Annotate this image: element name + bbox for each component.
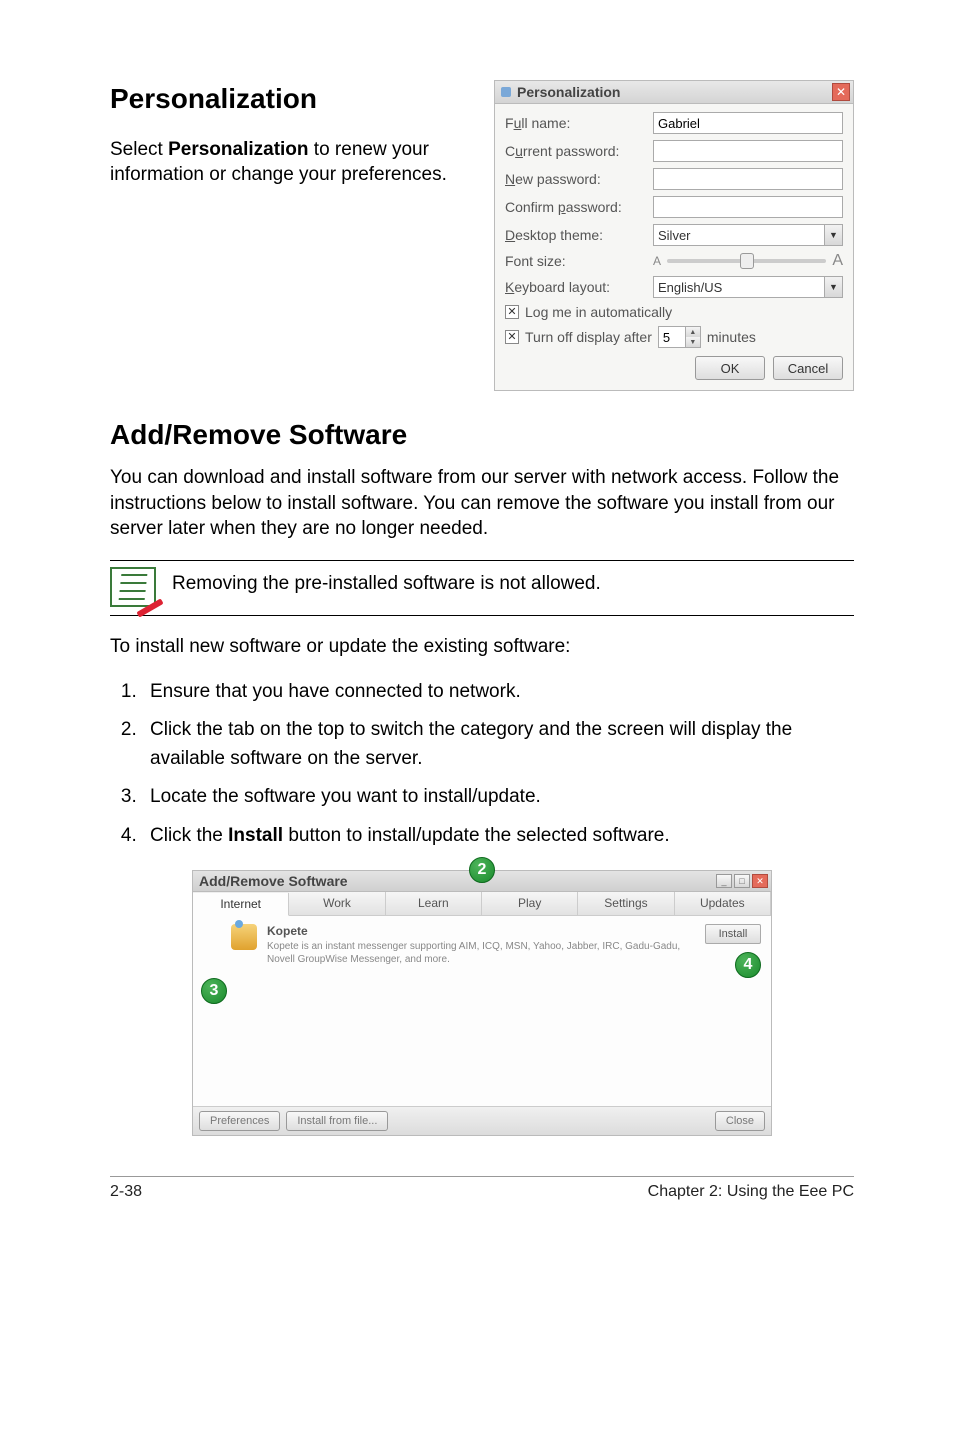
close-button[interactable]: Close (715, 1111, 765, 1131)
callout-3: 3 (201, 978, 227, 1004)
ok-button[interactable]: OK (695, 356, 765, 380)
personalization-intro: Select Personalization to renew your inf… (110, 137, 470, 188)
cancel-button[interactable]: Cancel (773, 356, 843, 380)
install-button[interactable]: Install (705, 924, 761, 944)
note-text: Removing the pre-installed software is n… (172, 567, 601, 597)
chapter-title: Chapter 2: Using the Eee PC (648, 1183, 854, 1201)
note-box: Removing the pre-installed software is n… (110, 560, 854, 616)
install-lead: To install new software or update the ex… (110, 634, 854, 660)
software-window: 2 Add/Remove Software _ □ ✕ Internet Wor… (192, 870, 772, 1136)
font-size-small-icon: A (653, 254, 661, 268)
heading-personalization: Personalization (110, 80, 470, 118)
callout-4: 4 (735, 952, 761, 978)
install-from-file-button[interactable]: Install from file... (286, 1111, 388, 1131)
callout-2: 2 (469, 857, 495, 883)
preferences-button[interactable]: Preferences (199, 1111, 280, 1131)
sw-tabs: Internet Work Learn Play Settings Update… (193, 892, 771, 916)
auto-login-checkbox[interactable]: ✕ (505, 305, 519, 319)
heading-add-remove-software: Add/Remove Software (110, 419, 854, 451)
kopete-icon (231, 924, 257, 950)
install-steps: Ensure that you have connected to networ… (110, 678, 854, 851)
current-password-input[interactable] (653, 140, 843, 162)
page-footer: 2-38 Chapter 2: Using the Eee PC (110, 1176, 854, 1201)
label-font-size: Font size: (505, 253, 645, 269)
personalization-dialog: Personalization ✕ Full name: Current pas… (494, 80, 854, 391)
tab-updates[interactable]: Updates (675, 892, 771, 915)
close-icon[interactable]: ✕ (752, 874, 768, 888)
dialog-titlebar: Personalization ✕ (495, 81, 853, 104)
chevron-down-icon: ▼ (824, 225, 842, 245)
minimize-icon[interactable]: _ (716, 874, 732, 888)
close-icon[interactable]: ✕ (832, 83, 850, 101)
tab-work[interactable]: Work (289, 892, 385, 915)
page-number: 2-38 (110, 1183, 142, 1201)
dialog-app-icon (501, 87, 511, 97)
tab-learn[interactable]: Learn (386, 892, 482, 915)
step-3: Locate the software you want to install/… (142, 783, 854, 812)
software-item: Kopete Kopete is an instant messenger su… (231, 924, 761, 966)
note-icon (110, 567, 156, 607)
new-password-input[interactable] (653, 168, 843, 190)
software-name: Kopete (267, 924, 695, 938)
label-confirm-password: Confirm password: (505, 199, 645, 215)
chevron-down-icon: ▼ (824, 277, 842, 297)
desktop-theme-select[interactable]: Silver ▼ (653, 224, 843, 246)
full-name-input[interactable] (653, 112, 843, 134)
tab-internet[interactable]: Internet (193, 893, 289, 916)
display-off-value[interactable] (659, 327, 685, 347)
label-desktop-theme: Desktop theme: (505, 227, 645, 243)
software-desc: Kopete is an instant messenger supportin… (267, 940, 695, 966)
dialog-title: Personalization (517, 84, 620, 100)
font-size-slider[interactable] (667, 259, 826, 263)
spinner-down-icon[interactable]: ▼ (686, 337, 700, 347)
confirm-password-input[interactable] (653, 196, 843, 218)
step-2: Click the tab on the top to switch the c… (142, 716, 854, 773)
addremove-body: You can download and install software fr… (110, 465, 854, 542)
maximize-icon[interactable]: □ (734, 874, 750, 888)
spinner-up-icon[interactable]: ▲ (686, 327, 700, 337)
auto-login-label: Log me in automatically (525, 304, 672, 320)
step-4: Click the Install button to install/upda… (142, 822, 854, 851)
display-off-spinner[interactable]: ▲▼ (658, 326, 701, 348)
tab-play[interactable]: Play (482, 892, 578, 915)
label-full-name: Full name: (505, 115, 645, 131)
tab-settings[interactable]: Settings (578, 892, 674, 915)
slider-thumb[interactable] (740, 253, 754, 269)
font-size-large-icon: A (832, 252, 843, 270)
label-new-password: New password: (505, 171, 645, 187)
sw-title: Add/Remove Software (199, 873, 348, 889)
display-off-label: Turn off display after (525, 329, 652, 345)
step-1: Ensure that you have connected to networ… (142, 678, 854, 707)
minutes-suffix: minutes (707, 329, 756, 345)
keyboard-layout-select[interactable]: English/US ▼ (653, 276, 843, 298)
label-keyboard-layout: Keyboard layout: (505, 279, 645, 295)
display-off-checkbox[interactable]: ✕ (505, 330, 519, 344)
label-current-password: Current password: (505, 143, 645, 159)
